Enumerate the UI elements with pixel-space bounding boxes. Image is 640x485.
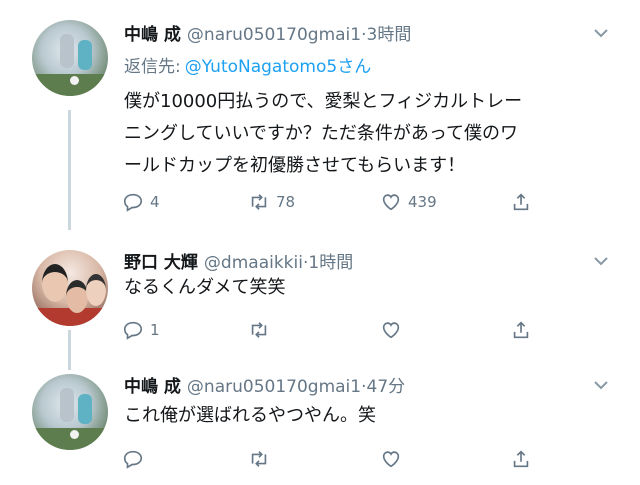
reply-label: 返信先:: [124, 57, 181, 77]
retweet-icon: [251, 451, 267, 467]
reply-button[interactable]: 4: [122, 187, 160, 217]
retweet-button[interactable]: [248, 444, 276, 474]
retweet-count: 78: [276, 193, 296, 211]
share-icon: [513, 193, 529, 211]
tweet-actions: 1: [118, 315, 538, 345]
chevron-down-icon[interactable]: [590, 250, 612, 272]
tweet-text: なるくんダメて笑笑: [124, 272, 285, 304]
like-button[interactable]: [380, 444, 408, 474]
user-handle[interactable]: @naru050170gmai1: [187, 25, 361, 45]
tweet[interactable]: 中嶋 成 @naru050170gmai1·3時間 返信先: @YutoNagato…: [0, 0, 640, 230]
user-handle[interactable]: @dmaaikkii: [204, 253, 303, 273]
reply-count: 4: [150, 193, 160, 211]
retweet-icon: [251, 194, 267, 210]
tweet[interactable]: 中嶋 成 @naru050170gmai1·47分 これ俺が選ばれるやつやん。笑: [0, 350, 640, 485]
share-icon: [513, 321, 529, 339]
tweet-text-line: ールドカップを初優勝させてもらいます！: [124, 155, 466, 176]
chevron-down-icon[interactable]: [590, 374, 612, 396]
tweet-text: 僕が10000円払うので、愛梨とフィジカルトレー ニングしていいですか？ただ条件…: [124, 86, 522, 182]
tweet[interactable]: 野口 大輝 @dmaaikkii·1時間 なるくんダメて笑笑 1: [0, 230, 640, 350]
reply-icon: [123, 321, 143, 340]
share-button[interactable]: [510, 187, 532, 217]
retweet-button[interactable]: 78: [248, 187, 295, 217]
like-button[interactable]: [380, 315, 408, 345]
retweet-button[interactable]: [248, 315, 276, 345]
share-icon: [513, 450, 529, 468]
like-count: 439: [408, 193, 437, 211]
timestamp[interactable]: 3時間: [367, 25, 412, 45]
timestamp[interactable]: 47分: [367, 377, 406, 397]
like-icon: [382, 194, 400, 211]
reply-count: 1: [150, 321, 160, 339]
tweet-text-line: 僕が10000円払うので、愛梨とフィジカルトレー: [124, 91, 523, 112]
tweet-actions: 4 78 439: [118, 187, 538, 217]
user-display-name[interactable]: 中嶋 成: [124, 377, 181, 397]
reply-icon: [123, 193, 143, 212]
reply-context: 返信先: @YutoNagatomo5さん: [124, 52, 371, 77]
timestamp[interactable]: 1時間: [308, 253, 353, 273]
user-handle[interactable]: @naru050170gmai1: [187, 377, 361, 397]
reply-button[interactable]: [122, 444, 150, 474]
tweet-text-line: これ俺が選ばれるやつやん。笑: [124, 405, 376, 426]
tweet-thread: 中嶋 成 @naru050170gmai1·3時間 返信先: @YutoNagato…: [0, 0, 640, 485]
user-display-name[interactable]: 野口 大輝: [124, 253, 198, 273]
share-button[interactable]: [510, 315, 532, 345]
mention-link[interactable]: @YutoNagatomo5さん: [185, 57, 371, 77]
reply-icon: [123, 450, 143, 469]
share-button[interactable]: [510, 444, 532, 474]
like-button[interactable]: 439: [380, 187, 437, 217]
retweet-icon: [251, 322, 267, 338]
avatar[interactable]: [32, 20, 108, 96]
avatar[interactable]: [32, 374, 108, 450]
like-icon: [382, 322, 400, 339]
reply-button[interactable]: 1: [122, 315, 160, 345]
tweet-text: これ俺が選ばれるやつやん。笑: [124, 400, 376, 432]
avatar[interactable]: [32, 250, 108, 326]
like-icon: [382, 451, 400, 468]
tweet-text-line: ニングしていいですか？ただ条件があって僕のワ: [124, 123, 519, 144]
user-display-name[interactable]: 中嶋 成: [124, 25, 181, 45]
tweet-actions: [118, 444, 538, 474]
chevron-down-icon[interactable]: [590, 22, 612, 44]
tweet-text-line: なるくんダメて笑笑: [124, 277, 286, 298]
